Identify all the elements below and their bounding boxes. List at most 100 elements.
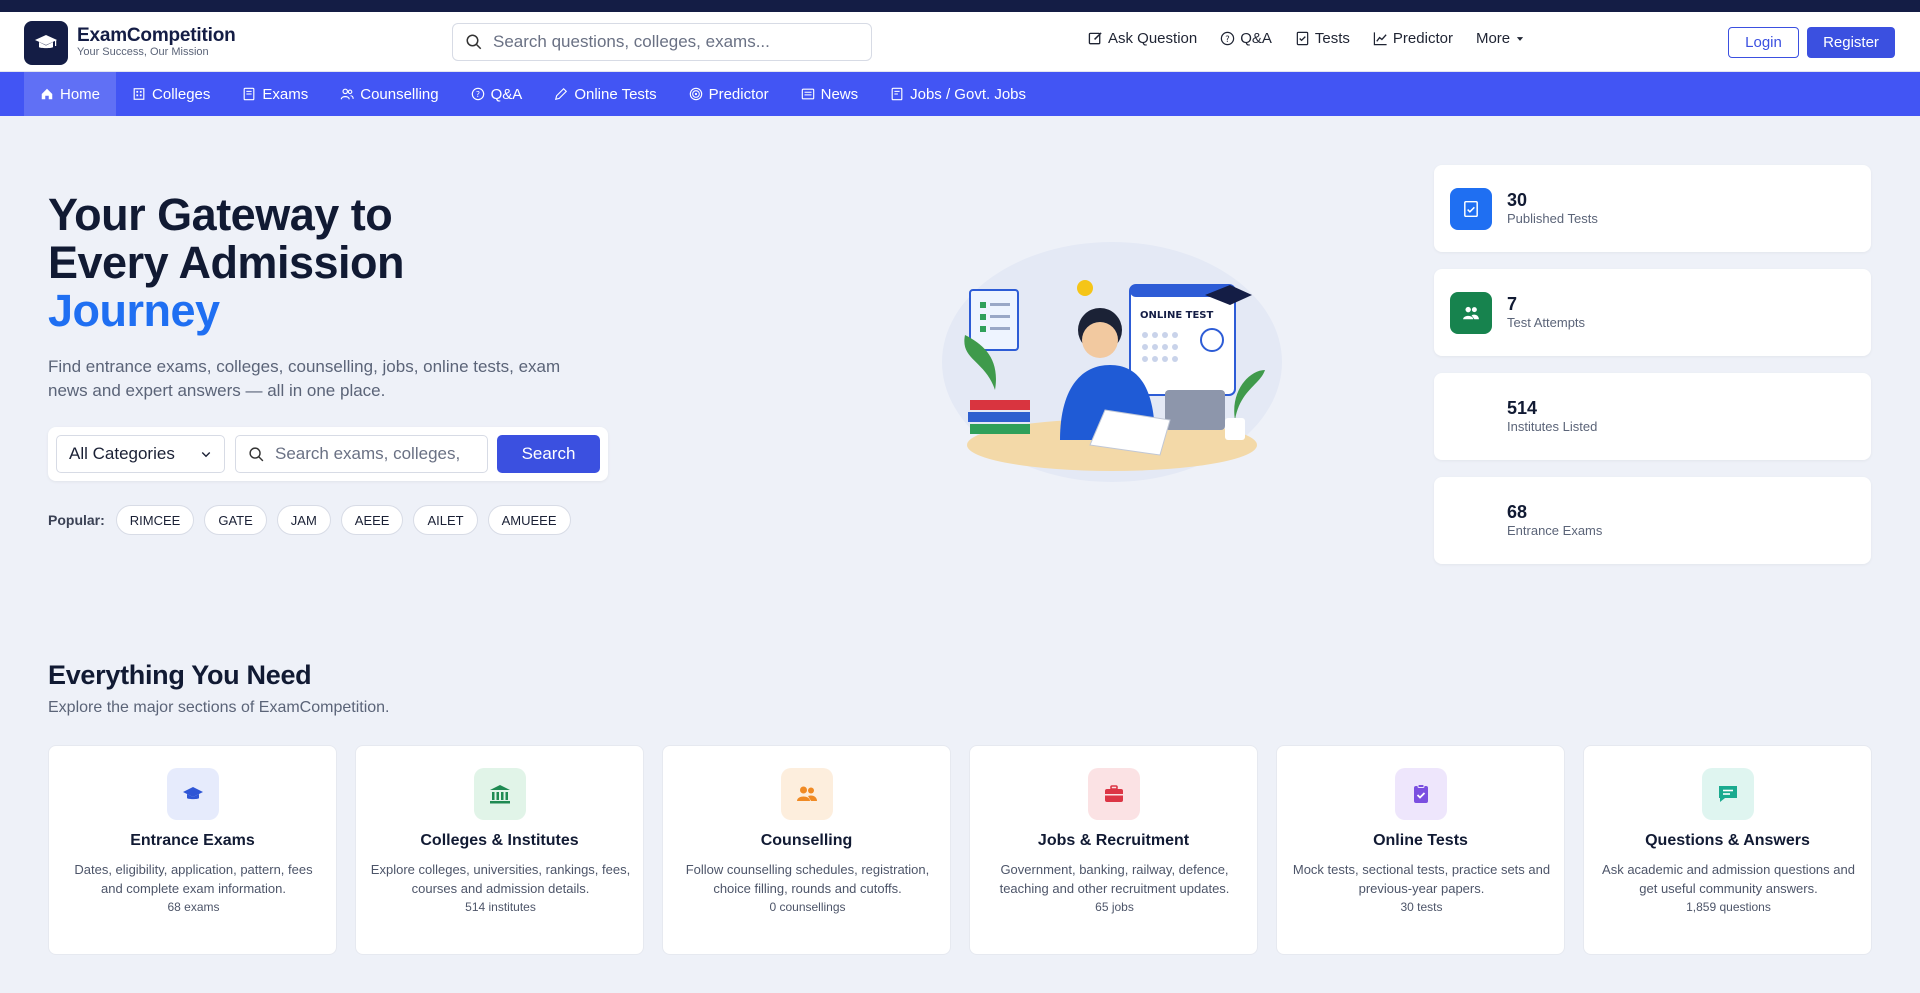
feature-description-text: Mock tests, sectional tests, practice se…	[1292, 862, 1551, 896]
student-online-test-illustration: ONLINE TEST	[942, 242, 1282, 482]
feature-description: Mock tests, sectional tests, practice se…	[1291, 860, 1552, 917]
svg-text:ONLINE TEST: ONLINE TEST	[1140, 310, 1213, 321]
nav-exams-label: Exams	[262, 85, 309, 103]
nav-home-label: Home	[60, 85, 101, 103]
feature-title: Questions & Answers	[1645, 832, 1810, 849]
feature-card-questions-answers[interactable]: Questions & Answers Ask academic and adm…	[1583, 745, 1872, 955]
section-title: Everything You Need	[48, 660, 312, 690]
nav-news-label: News	[820, 85, 859, 103]
feature-description: Government, banking, railway, defence, t…	[984, 860, 1245, 917]
feature-description: Dates, eligibility, application, pattern…	[63, 860, 324, 917]
building-icon	[133, 88, 145, 100]
category-select[interactable]: All Categories	[56, 435, 225, 473]
predictor-label: Predictor	[1392, 30, 1453, 47]
feature-card-online-tests[interactable]: Online Tests Mock tests, sectional tests…	[1276, 745, 1565, 955]
test-doc-icon	[1450, 188, 1492, 230]
question-circle-icon: ?	[471, 87, 484, 101]
more-menu[interactable]: More	[1476, 30, 1525, 47]
tests-label: Tests	[1314, 30, 1350, 47]
feature-card-entrance-exams[interactable]: Entrance Exams Dates, eligibility, appli…	[48, 745, 337, 955]
register-button[interactable]: Register	[1807, 27, 1895, 58]
popular-tag[interactable]: AEEE	[340, 505, 404, 535]
feature-title: Online Tests	[1373, 832, 1468, 849]
newspaper-icon	[801, 88, 814, 100]
feature-count: 1,859 questions	[1686, 900, 1771, 914]
popular-tags: Popular: RIMCEE GATE JAM AEEE AILET AMUE…	[48, 505, 581, 535]
nav-predictor[interactable]: Predictor	[673, 72, 785, 116]
nav-exams[interactable]: Exams	[226, 72, 324, 116]
question-circle-icon: ?	[1221, 31, 1235, 46]
header-search-input[interactable]	[493, 32, 853, 52]
feature-description-text: Follow counselling schedules, registrati…	[685, 862, 930, 896]
graduation-cap-icon	[35, 35, 57, 49]
feature-description: Ask academic and admission questions and…	[1598, 860, 1859, 917]
feature-count: 0 counsellings	[769, 900, 846, 914]
feature-title: Counselling	[760, 832, 853, 849]
feature-title: Colleges & Institutes	[420, 832, 579, 849]
nav-jobs[interactable]: Jobs / Govt. Jobs	[874, 72, 1042, 116]
ask-question-link[interactable]: Ask Question	[1088, 30, 1197, 47]
feature-count: 65 jobs	[1095, 900, 1134, 914]
header-nav: Ask Question ? Q&A Tests Predictor More	[1088, 30, 1548, 47]
nav-colleges[interactable]: Colleges	[116, 72, 226, 116]
chevron-down-icon	[201, 452, 211, 458]
search-button[interactable]: Search	[497, 435, 600, 473]
hero-search-input[interactable]	[275, 444, 475, 464]
feature-card-jobs[interactable]: Jobs & Recruitment Government, banking, …	[969, 745, 1258, 955]
nav-counselling-label: Counselling	[360, 85, 439, 103]
hero-title: Your Gateway to Every Admission Journey	[48, 191, 404, 335]
hero-description: Find entrance exams, colleges, counselli…	[48, 357, 561, 400]
brand-name[interactable]: ExamCompetition	[77, 25, 236, 47]
feature-description-text: Explore colleges, universities, rankings…	[370, 862, 631, 896]
stat-value: 30	[1507, 190, 1528, 210]
stat-label: Institutes Listed	[1507, 419, 1598, 434]
stat-card: 7 Test Attempts	[1434, 269, 1871, 356]
logo[interactable]	[24, 21, 68, 65]
nav-qa-label: Q&A	[490, 85, 523, 103]
hero-title-accent: Journey	[48, 285, 220, 336]
trend-chart-icon	[1373, 32, 1387, 46]
main-nav: Home Colleges Exams Counselling ? Q&A On…	[0, 72, 1920, 116]
feature-card-counselling[interactable]: Counselling Follow counselling schedules…	[662, 745, 951, 955]
target-icon	[689, 87, 702, 101]
login-button[interactable]: Login	[1728, 27, 1799, 58]
stat-value: 68	[1507, 502, 1528, 522]
search-icon	[466, 34, 482, 50]
svg-text:?: ?	[476, 90, 480, 99]
nav-counselling[interactable]: Counselling	[324, 72, 454, 116]
svg-text:?: ?	[1225, 34, 1229, 44]
header-search-box[interactable]	[452, 23, 872, 61]
caret-down-icon	[1517, 36, 1524, 41]
section-subtitle: Explore the major sections of ExamCompet…	[48, 699, 390, 716]
popular-tag[interactable]: RIMCEE	[115, 505, 195, 535]
top-strip	[0, 0, 1920, 12]
stat-value: 7	[1507, 294, 1518, 314]
popular-tag[interactable]: GATE	[204, 505, 267, 535]
popular-tag[interactable]: AILET	[413, 505, 478, 535]
pencil-icon	[555, 87, 568, 101]
checklist-icon	[1296, 31, 1309, 46]
nav-online-tests[interactable]: Online Tests	[538, 72, 672, 116]
graduation-cap-icon	[167, 768, 219, 820]
tests-link[interactable]: Tests	[1295, 30, 1350, 47]
nav-qa[interactable]: ? Q&A	[455, 72, 539, 116]
category-select-value: All Categories	[69, 444, 175, 463]
briefcase-icon	[1088, 768, 1140, 820]
brand-tagline: Your Success, Our Mission	[77, 46, 209, 58]
nav-news[interactable]: News	[785, 72, 875, 116]
bank-building-icon	[474, 768, 526, 820]
feature-card-colleges[interactable]: Colleges & Institutes Explore colleges, …	[355, 745, 644, 955]
predictor-link[interactable]: Predictor	[1373, 30, 1453, 47]
nav-home[interactable]: Home	[24, 72, 117, 116]
clipboard-check-icon	[1395, 768, 1447, 820]
stat-card: 68 Entrance Exams	[1434, 477, 1871, 564]
popular-tag[interactable]: JAM	[276, 505, 331, 535]
document-icon	[891, 87, 903, 101]
users-icon	[340, 88, 354, 100]
qa-link[interactable]: ? Q&A	[1220, 30, 1272, 47]
home-icon	[41, 88, 53, 100]
users-icon	[1450, 292, 1492, 334]
nav-predictor-label: Predictor	[708, 85, 769, 103]
popular-tag[interactable]: AMUEEE	[487, 505, 571, 535]
hero-search-box[interactable]	[235, 435, 488, 473]
